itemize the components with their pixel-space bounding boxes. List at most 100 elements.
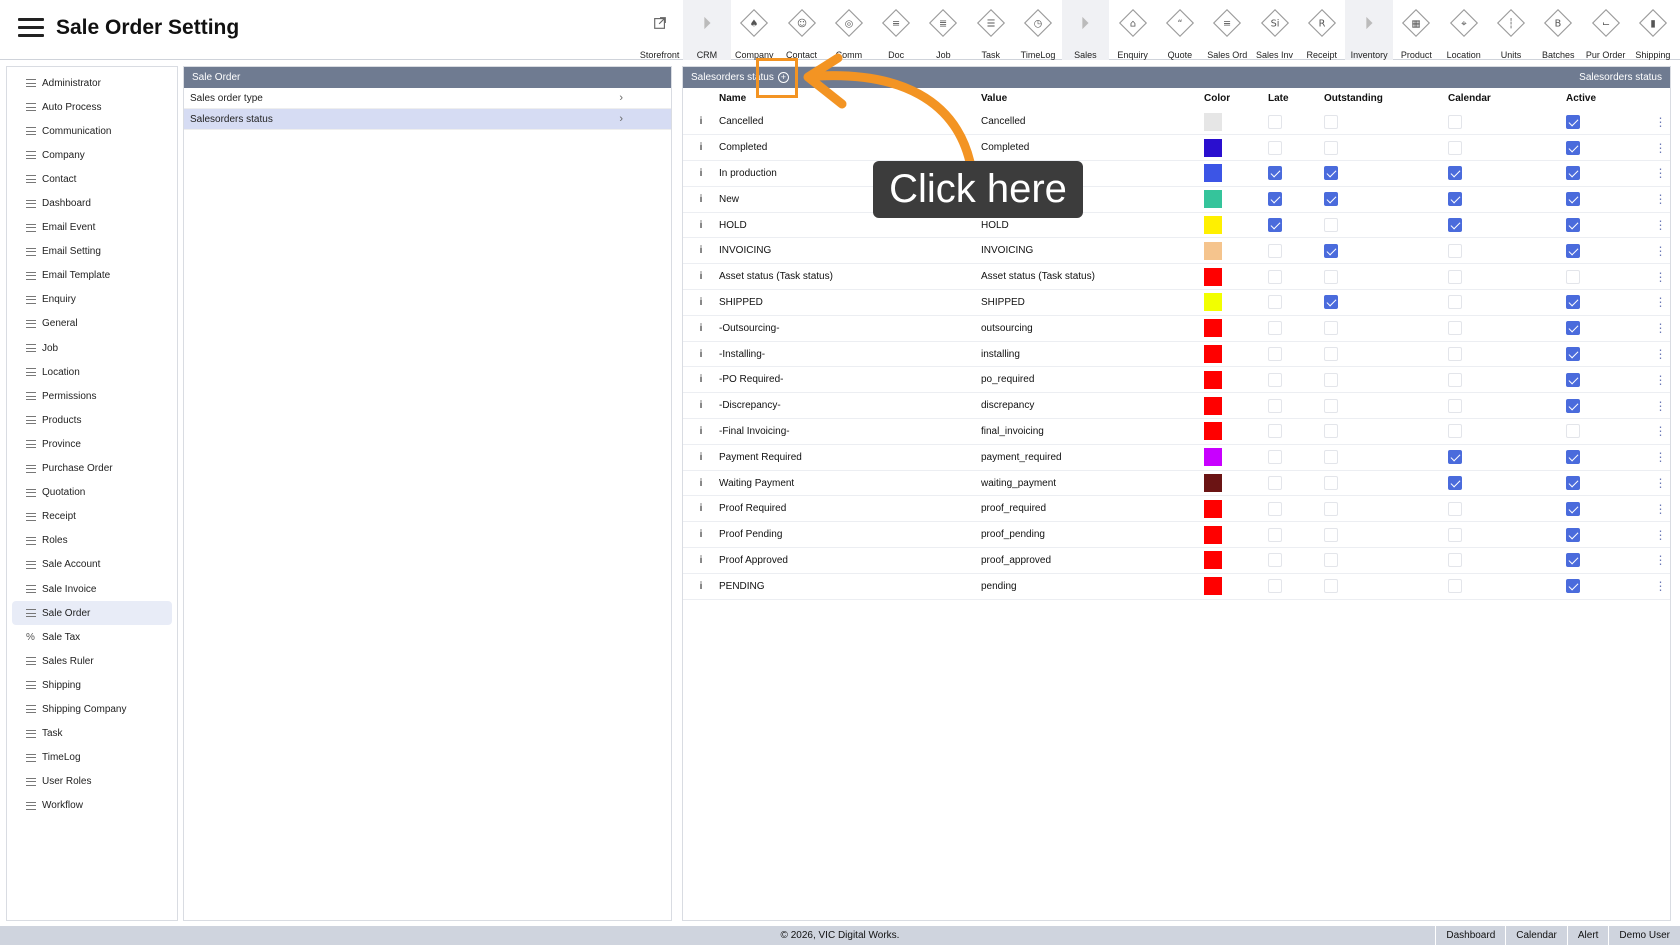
sidebar-item-receipt[interactable]: Receipt	[12, 505, 172, 529]
row-menu-icon[interactable]: ⋮	[1651, 186, 1670, 213]
sidebar-item-workflow[interactable]: Workflow	[12, 794, 172, 818]
info-icon[interactable]: i	[683, 160, 719, 187]
calendar-checkbox[interactable]	[1448, 527, 1462, 542]
active-checkbox[interactable]	[1566, 140, 1580, 155]
active-checkbox[interactable]	[1566, 243, 1580, 258]
active-checkbox[interactable]	[1566, 218, 1580, 233]
outstanding-checkbox[interactable]	[1324, 398, 1338, 413]
toolbar-item-job[interactable]: ≣ Job	[920, 0, 967, 60]
color-swatch[interactable]	[1204, 190, 1222, 209]
active-checkbox[interactable]	[1566, 372, 1580, 387]
row-menu-icon[interactable]: ⋮	[1651, 212, 1670, 239]
sidebar-item-sale-invoice[interactable]: Sale Invoice	[12, 577, 172, 601]
outstanding-checkbox[interactable]	[1324, 114, 1338, 129]
active-checkbox[interactable]	[1566, 295, 1580, 310]
settings-list-item[interactable]: Salesorders status ›	[184, 109, 671, 130]
outstanding-checkbox[interactable]	[1324, 579, 1338, 594]
sidebar-item-timelog[interactable]: TimeLog	[12, 746, 172, 770]
sidebar-item-roles[interactable]: Roles	[12, 529, 172, 553]
sidebar-item-shipping[interactable]: Shipping	[12, 673, 172, 697]
outstanding-checkbox[interactable]	[1324, 218, 1338, 233]
sidebar-item-administrator[interactable]: Administrator	[12, 71, 172, 95]
outstanding-checkbox[interactable]	[1324, 166, 1338, 181]
row-menu-icon[interactable]: ⋮	[1651, 366, 1670, 394]
info-icon[interactable]: i	[683, 470, 719, 497]
active-checkbox[interactable]	[1566, 450, 1580, 465]
active-checkbox[interactable]	[1566, 114, 1580, 129]
row-menu-icon[interactable]: ⋮	[1651, 392, 1670, 420]
color-swatch[interactable]	[1204, 551, 1222, 570]
late-checkbox[interactable]	[1268, 372, 1282, 387]
row-menu-icon[interactable]: ⋮	[1651, 495, 1670, 523]
color-swatch[interactable]	[1204, 164, 1222, 183]
row-menu-icon[interactable]: ⋮	[1651, 315, 1670, 342]
info-icon[interactable]: i	[683, 315, 719, 342]
row-menu-icon[interactable]: ⋮	[1651, 263, 1670, 291]
late-checkbox[interactable]	[1268, 424, 1282, 439]
info-icon[interactable]: i	[683, 392, 719, 420]
calendar-checkbox[interactable]	[1448, 372, 1462, 387]
row-menu-icon[interactable]: ⋮	[1651, 134, 1670, 162]
outstanding-checkbox[interactable]	[1324, 269, 1338, 284]
late-checkbox[interactable]	[1268, 269, 1282, 284]
late-checkbox[interactable]	[1268, 501, 1282, 516]
row-menu-icon[interactable]: ⋮	[1651, 109, 1670, 136]
calendar-checkbox[interactable]	[1448, 140, 1462, 155]
settings-list-item[interactable]: Sales order type ›	[184, 88, 671, 109]
calendar-checkbox[interactable]	[1448, 501, 1462, 516]
sidebar-item-sales-ruler[interactable]: Sales Ruler	[12, 649, 172, 673]
sidebar-item-sale-account[interactable]: Sale Account	[12, 553, 172, 577]
sidebar-item-shipping-company[interactable]: Shipping Company	[12, 697, 172, 721]
info-icon[interactable]: i	[683, 547, 719, 574]
calendar-checkbox[interactable]	[1448, 295, 1462, 310]
toolbar-item-storefront[interactable]: Storefront	[636, 0, 683, 60]
info-icon[interactable]: i	[683, 289, 719, 316]
sidebar-item-user-roles[interactable]: User Roles	[12, 770, 172, 794]
color-swatch[interactable]	[1204, 499, 1222, 518]
toolbar-item-shipping[interactable]: ▮ Shipping	[1629, 0, 1676, 60]
toolbar-item-company[interactable]: ♠ Company	[731, 0, 778, 60]
hamburger-menu-icon[interactable]	[18, 18, 44, 38]
row-menu-icon[interactable]: ⋮	[1651, 289, 1670, 316]
info-icon[interactable]: i	[683, 134, 719, 162]
toolbar-item-units[interactable]: ┆ Units	[1487, 0, 1534, 60]
sidebar-item-auto-process[interactable]: Auto Process	[12, 95, 172, 119]
toolbar-item-task[interactable]: ☰ Task	[967, 0, 1014, 60]
row-menu-icon[interactable]: ⋮	[1651, 521, 1670, 549]
sidebar-item-communication[interactable]: Communication	[12, 119, 172, 143]
toolbar-item-timelog[interactable]: ◷ TimeLog	[1014, 0, 1061, 60]
active-checkbox[interactable]	[1566, 269, 1580, 284]
sidebar-item-task[interactable]: Task	[12, 722, 172, 746]
toolbar-item-sales-inv[interactable]: Si Sales Inv	[1251, 0, 1298, 60]
row-menu-icon[interactable]: ⋮	[1651, 573, 1670, 600]
info-icon[interactable]: i	[683, 573, 719, 600]
color-swatch[interactable]	[1204, 293, 1222, 312]
active-checkbox[interactable]	[1566, 476, 1580, 491]
sidebar-item-email-setting[interactable]: Email Setting	[12, 240, 172, 264]
calendar-checkbox[interactable]	[1448, 553, 1462, 568]
outstanding-checkbox[interactable]	[1324, 347, 1338, 362]
sidebar-item-sale-order[interactable]: Sale Order	[12, 601, 172, 626]
sidebar-item-general[interactable]: General	[12, 312, 172, 336]
active-checkbox[interactable]	[1566, 527, 1580, 542]
info-icon[interactable]: i	[683, 212, 719, 239]
outstanding-checkbox[interactable]	[1324, 295, 1338, 310]
calendar-checkbox[interactable]	[1448, 476, 1462, 491]
color-swatch[interactable]	[1204, 577, 1222, 596]
sidebar-item-permissions[interactable]: Permissions	[12, 384, 172, 408]
calendar-checkbox[interactable]	[1448, 269, 1462, 284]
calendar-checkbox[interactable]	[1448, 424, 1462, 439]
calendar-checkbox[interactable]	[1448, 321, 1462, 336]
toolbar-item-crm[interactable]: CRM	[683, 0, 731, 60]
late-checkbox[interactable]	[1268, 398, 1282, 413]
late-checkbox[interactable]	[1268, 192, 1282, 207]
color-swatch[interactable]	[1204, 370, 1222, 389]
late-checkbox[interactable]	[1268, 166, 1282, 181]
sidebar-item-email-template[interactable]: Email Template	[12, 264, 172, 288]
calendar-checkbox[interactable]	[1448, 450, 1462, 465]
toolbar-item-receipt[interactable]: R Receipt	[1298, 0, 1345, 60]
active-checkbox[interactable]	[1566, 553, 1580, 568]
row-menu-icon[interactable]: ⋮	[1651, 341, 1670, 368]
outstanding-checkbox[interactable]	[1324, 450, 1338, 465]
late-checkbox[interactable]	[1268, 114, 1282, 129]
